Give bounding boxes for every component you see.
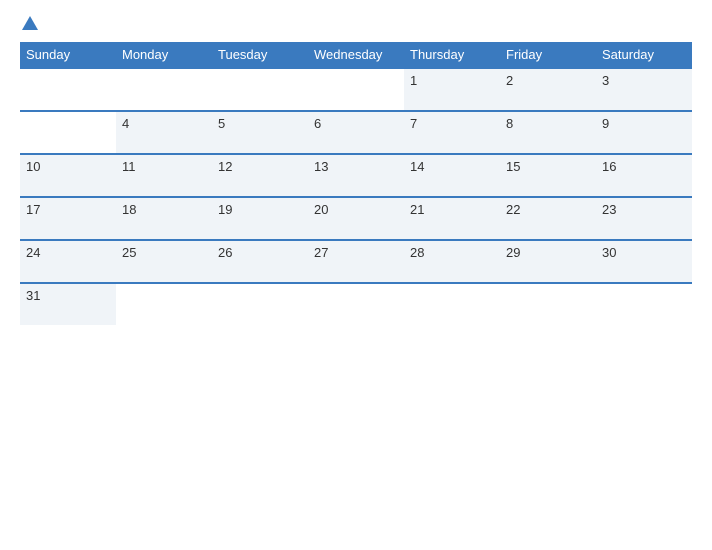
day-number: 21 — [410, 202, 424, 217]
calendar-cell: 14 — [404, 154, 500, 197]
header — [20, 16, 692, 32]
calendar-cell: 5 — [212, 111, 308, 154]
day-number: 1 — [410, 73, 417, 88]
week-row-4: 17 18 19 20 21 22 23 — [20, 197, 692, 240]
weekday-header-row: SundayMondayTuesdayWednesdayThursdayFrid… — [20, 42, 692, 68]
calendar-cell: 26 — [212, 240, 308, 283]
calendar-cell: 29 — [500, 240, 596, 283]
calendar-cell — [20, 68, 116, 111]
calendar-body: 1234567891011121314151617181920212223242… — [20, 68, 692, 325]
calendar-cell: 3 — [596, 68, 692, 111]
calendar-cell: 20 — [308, 197, 404, 240]
week-row-3: 10 11 12 13 14 15 16 — [20, 154, 692, 197]
calendar-cell: 4 — [116, 111, 212, 154]
day-number: 28 — [410, 245, 424, 260]
day-number: 2 — [506, 73, 513, 88]
calendar-table: SundayMondayTuesdayWednesdayThursdayFrid… — [20, 42, 692, 325]
weekday-header-monday: Monday — [116, 42, 212, 68]
day-number: 11 — [122, 159, 136, 174]
calendar-cell: 18 — [116, 197, 212, 240]
day-number: 29 — [506, 245, 520, 260]
day-number: 10 — [26, 159, 40, 174]
day-number: 9 — [602, 116, 609, 131]
calendar-cell: 2 — [500, 68, 596, 111]
week-row-2: 4 5 6 7 8 9 — [20, 111, 692, 154]
calendar-cell: 31 — [20, 283, 116, 325]
calendar-cell: 21 — [404, 197, 500, 240]
weekday-header-saturday: Saturday — [596, 42, 692, 68]
logo — [20, 16, 38, 32]
day-number: 14 — [410, 159, 424, 174]
logo-triangle-icon — [22, 16, 38, 30]
weekday-header-wednesday: Wednesday — [308, 42, 404, 68]
day-number: 25 — [122, 245, 136, 260]
day-number: 3 — [602, 73, 609, 88]
weekday-header-sunday: Sunday — [20, 42, 116, 68]
calendar-cell: 16 — [596, 154, 692, 197]
calendar-cell: 28 — [404, 240, 500, 283]
day-number: 26 — [218, 245, 232, 260]
calendar-cell: 11 — [116, 154, 212, 197]
calendar-cell: 9 — [596, 111, 692, 154]
day-number: 8 — [506, 116, 513, 131]
calendar-cell — [212, 68, 308, 111]
weekday-header-thursday: Thursday — [404, 42, 500, 68]
day-number: 18 — [122, 202, 136, 217]
day-number: 24 — [26, 245, 40, 260]
day-number: 5 — [218, 116, 225, 131]
calendar-cell: 10 — [20, 154, 116, 197]
day-number: 31 — [26, 288, 40, 303]
calendar-cell — [596, 283, 692, 325]
day-number: 13 — [314, 159, 328, 174]
calendar-cell — [116, 283, 212, 325]
day-number: 27 — [314, 245, 328, 260]
calendar-cell — [212, 283, 308, 325]
calendar-cell — [116, 68, 212, 111]
calendar-cell: 19 — [212, 197, 308, 240]
calendar-cell: 17 — [20, 197, 116, 240]
calendar-cell: 1 — [404, 68, 500, 111]
calendar-cell: 22 — [500, 197, 596, 240]
day-number: 7 — [410, 116, 417, 131]
weekday-header-friday: Friday — [500, 42, 596, 68]
day-number: 15 — [506, 159, 520, 174]
week-row-6: 31 — [20, 283, 692, 325]
day-number: 6 — [314, 116, 321, 131]
calendar-cell: 30 — [596, 240, 692, 283]
calendar-cell — [500, 283, 596, 325]
calendar-cell: 6 — [308, 111, 404, 154]
week-row-5: 24 25 26 27 28 29 30 — [20, 240, 692, 283]
day-number: 16 — [602, 159, 616, 174]
calendar-header: SundayMondayTuesdayWednesdayThursdayFrid… — [20, 42, 692, 68]
calendar-cell: 23 — [596, 197, 692, 240]
calendar-cell — [20, 111, 116, 154]
calendar-cell: 12 — [212, 154, 308, 197]
calendar-cell: 24 — [20, 240, 116, 283]
day-number: 19 — [218, 202, 232, 217]
calendar-cell: 8 — [500, 111, 596, 154]
calendar-page: SundayMondayTuesdayWednesdayThursdayFrid… — [0, 0, 712, 550]
day-number: 12 — [218, 159, 232, 174]
calendar-cell — [308, 283, 404, 325]
day-number: 30 — [602, 245, 616, 260]
calendar-cell — [308, 68, 404, 111]
week-row-1: 1 2 3 — [20, 68, 692, 111]
day-number: 17 — [26, 202, 40, 217]
day-number: 22 — [506, 202, 520, 217]
calendar-cell: 15 — [500, 154, 596, 197]
calendar-cell — [404, 283, 500, 325]
calendar-cell: 25 — [116, 240, 212, 283]
calendar-cell: 13 — [308, 154, 404, 197]
weekday-header-tuesday: Tuesday — [212, 42, 308, 68]
calendar-cell: 7 — [404, 111, 500, 154]
day-number: 4 — [122, 116, 129, 131]
calendar-cell: 27 — [308, 240, 404, 283]
day-number: 23 — [602, 202, 616, 217]
day-number: 20 — [314, 202, 328, 217]
